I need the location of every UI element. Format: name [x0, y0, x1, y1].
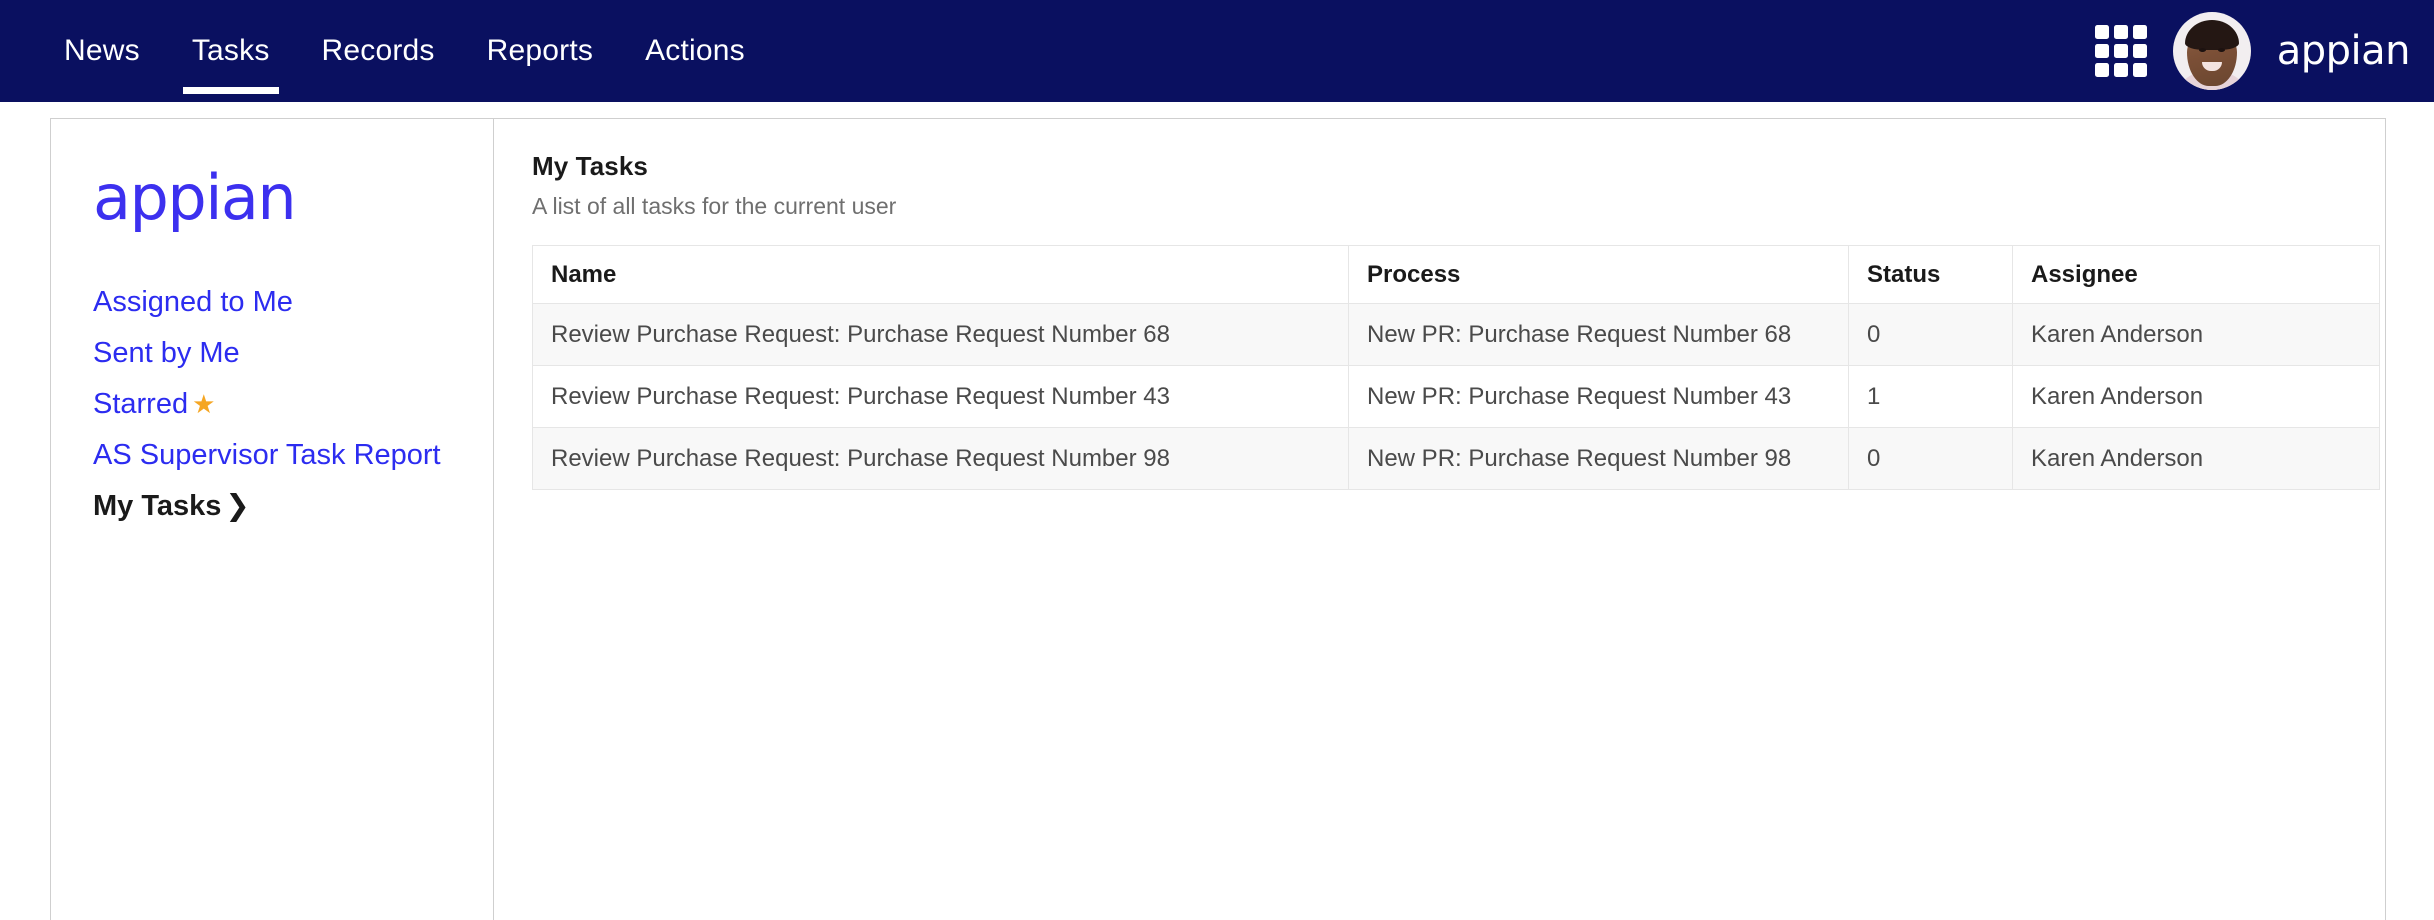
avatar[interactable] [2172, 12, 2251, 90]
grid-cell [2132, 25, 2147, 39]
table-header-row: Name Process Status Assignee [532, 245, 2380, 304]
table-row[interactable]: Review Purchase Request: Purchase Reques… [532, 303, 2380, 366]
grid-cell [2113, 25, 2128, 39]
grid-cell [2132, 44, 2147, 58]
grid-cell [2113, 63, 2128, 77]
nav-right-cluster: appian [2094, 0, 2434, 102]
sidebar-item-as-supervisor-task-report[interactable]: AS Supervisor Task Report [93, 430, 493, 480]
nav-item-tasks[interactable]: Tasks [166, 0, 296, 102]
avatar-eye-right [2217, 48, 2225, 52]
avatar-eye-left [2198, 48, 2206, 52]
sidebar-item-assigned-to-me[interactable]: Assigned to Me [93, 277, 493, 327]
column-header-assignee[interactable]: Assignee [2012, 245, 2380, 304]
star-icon: ★ [192, 389, 216, 419]
grid-cell [2132, 63, 2147, 77]
cell-process: New PR: Purchase Request Number 43 [1348, 365, 1849, 428]
nav-item-label: Actions [645, 34, 745, 67]
nav-item-label: Reports [486, 34, 594, 67]
sidebar-item-my-tasks[interactable]: My Tasks ❯ [93, 481, 493, 531]
tasks-table-head: Name Process Status Assignee [532, 245, 2380, 304]
sidebar-item-label: Starred [93, 388, 189, 420]
cell-process: New PR: Purchase Request Number 98 [1348, 427, 1849, 490]
column-header-process[interactable]: Process [1348, 245, 1849, 304]
cell-status: 0 [1848, 427, 2013, 490]
cell-process: New PR: Purchase Request Number 68 [1348, 303, 1849, 366]
cell-assignee: Karen Anderson [2012, 365, 2380, 428]
chevron-right-icon: ❯ [225, 490, 250, 522]
primary-nav: News Tasks Records Reports Actions [0, 0, 771, 102]
sidebar-item-starred[interactable]: Starred ★ [93, 379, 493, 429]
nav-item-actions[interactable]: Actions [619, 0, 771, 102]
cell-assignee: Karen Anderson [2012, 303, 2380, 366]
tasks-table: Name Process Status Assignee Review Purc… [532, 245, 2380, 490]
sidebar-item-label: Sent by Me [93, 337, 240, 369]
cell-name[interactable]: Review Purchase Request: Purchase Reques… [532, 303, 1349, 366]
nav-item-label: News [64, 34, 140, 67]
grid-cell [2094, 44, 2109, 58]
cell-name[interactable]: Review Purchase Request: Purchase Reques… [532, 365, 1349, 428]
nav-item-label: Records [321, 34, 435, 67]
sidebar-item-label: AS Supervisor Task Report [93, 439, 441, 471]
sidebar-nav: Assigned to Me Sent by Me Starred ★ AS Su… [71, 277, 493, 531]
page-subtitle: A list of all tasks for the current user [532, 193, 897, 219]
main-content: My Tasks A list of all tasks for the cur… [494, 119, 2385, 920]
sidebar-item-sent-by-me[interactable]: Sent by Me [93, 328, 493, 378]
appian-logo-sidebar-text: appian [93, 161, 297, 234]
page-panel: appian Assigned to Me Sent by Me Starred… [50, 118, 2386, 920]
tasks-table-body: Review Purchase Request: Purchase Reques… [532, 303, 2380, 490]
appian-logo-header: appian [2276, 28, 2411, 74]
nav-item-reports[interactable]: Reports [461, 0, 619, 102]
avatar-hair [2184, 20, 2239, 50]
nav-item-records[interactable]: Records [296, 0, 461, 102]
appian-logo-sidebar: appian [71, 149, 493, 229]
grid-cell [2094, 63, 2109, 77]
cell-assignee: Karen Anderson [2012, 427, 2380, 490]
sidebar-item-label: Assigned to Me [93, 286, 293, 318]
page-title: My Tasks [532, 151, 648, 181]
sidebar: appian Assigned to Me Sent by Me Starred… [51, 119, 494, 920]
table-row[interactable]: Review Purchase Request: Purchase Reques… [532, 365, 2380, 428]
cell-status: 1 [1848, 365, 2013, 428]
top-navigation-bar: News Tasks Records Reports Actions appia… [0, 0, 2434, 102]
nav-item-label: Tasks [191, 34, 270, 67]
cell-status: 0 [1848, 303, 2013, 366]
grid-cell [2113, 44, 2128, 58]
grid-cell [2094, 25, 2109, 39]
nav-item-news[interactable]: News [38, 0, 166, 102]
sidebar-item-label: My Tasks [93, 490, 222, 522]
cell-name[interactable]: Review Purchase Request: Purchase Reques… [532, 427, 1349, 490]
grid-apps-icon[interactable] [2094, 25, 2147, 77]
column-header-name[interactable]: Name [532, 245, 1349, 304]
table-row[interactable]: Review Purchase Request: Purchase Reques… [532, 427, 2380, 490]
column-header-status[interactable]: Status [1848, 245, 2013, 304]
